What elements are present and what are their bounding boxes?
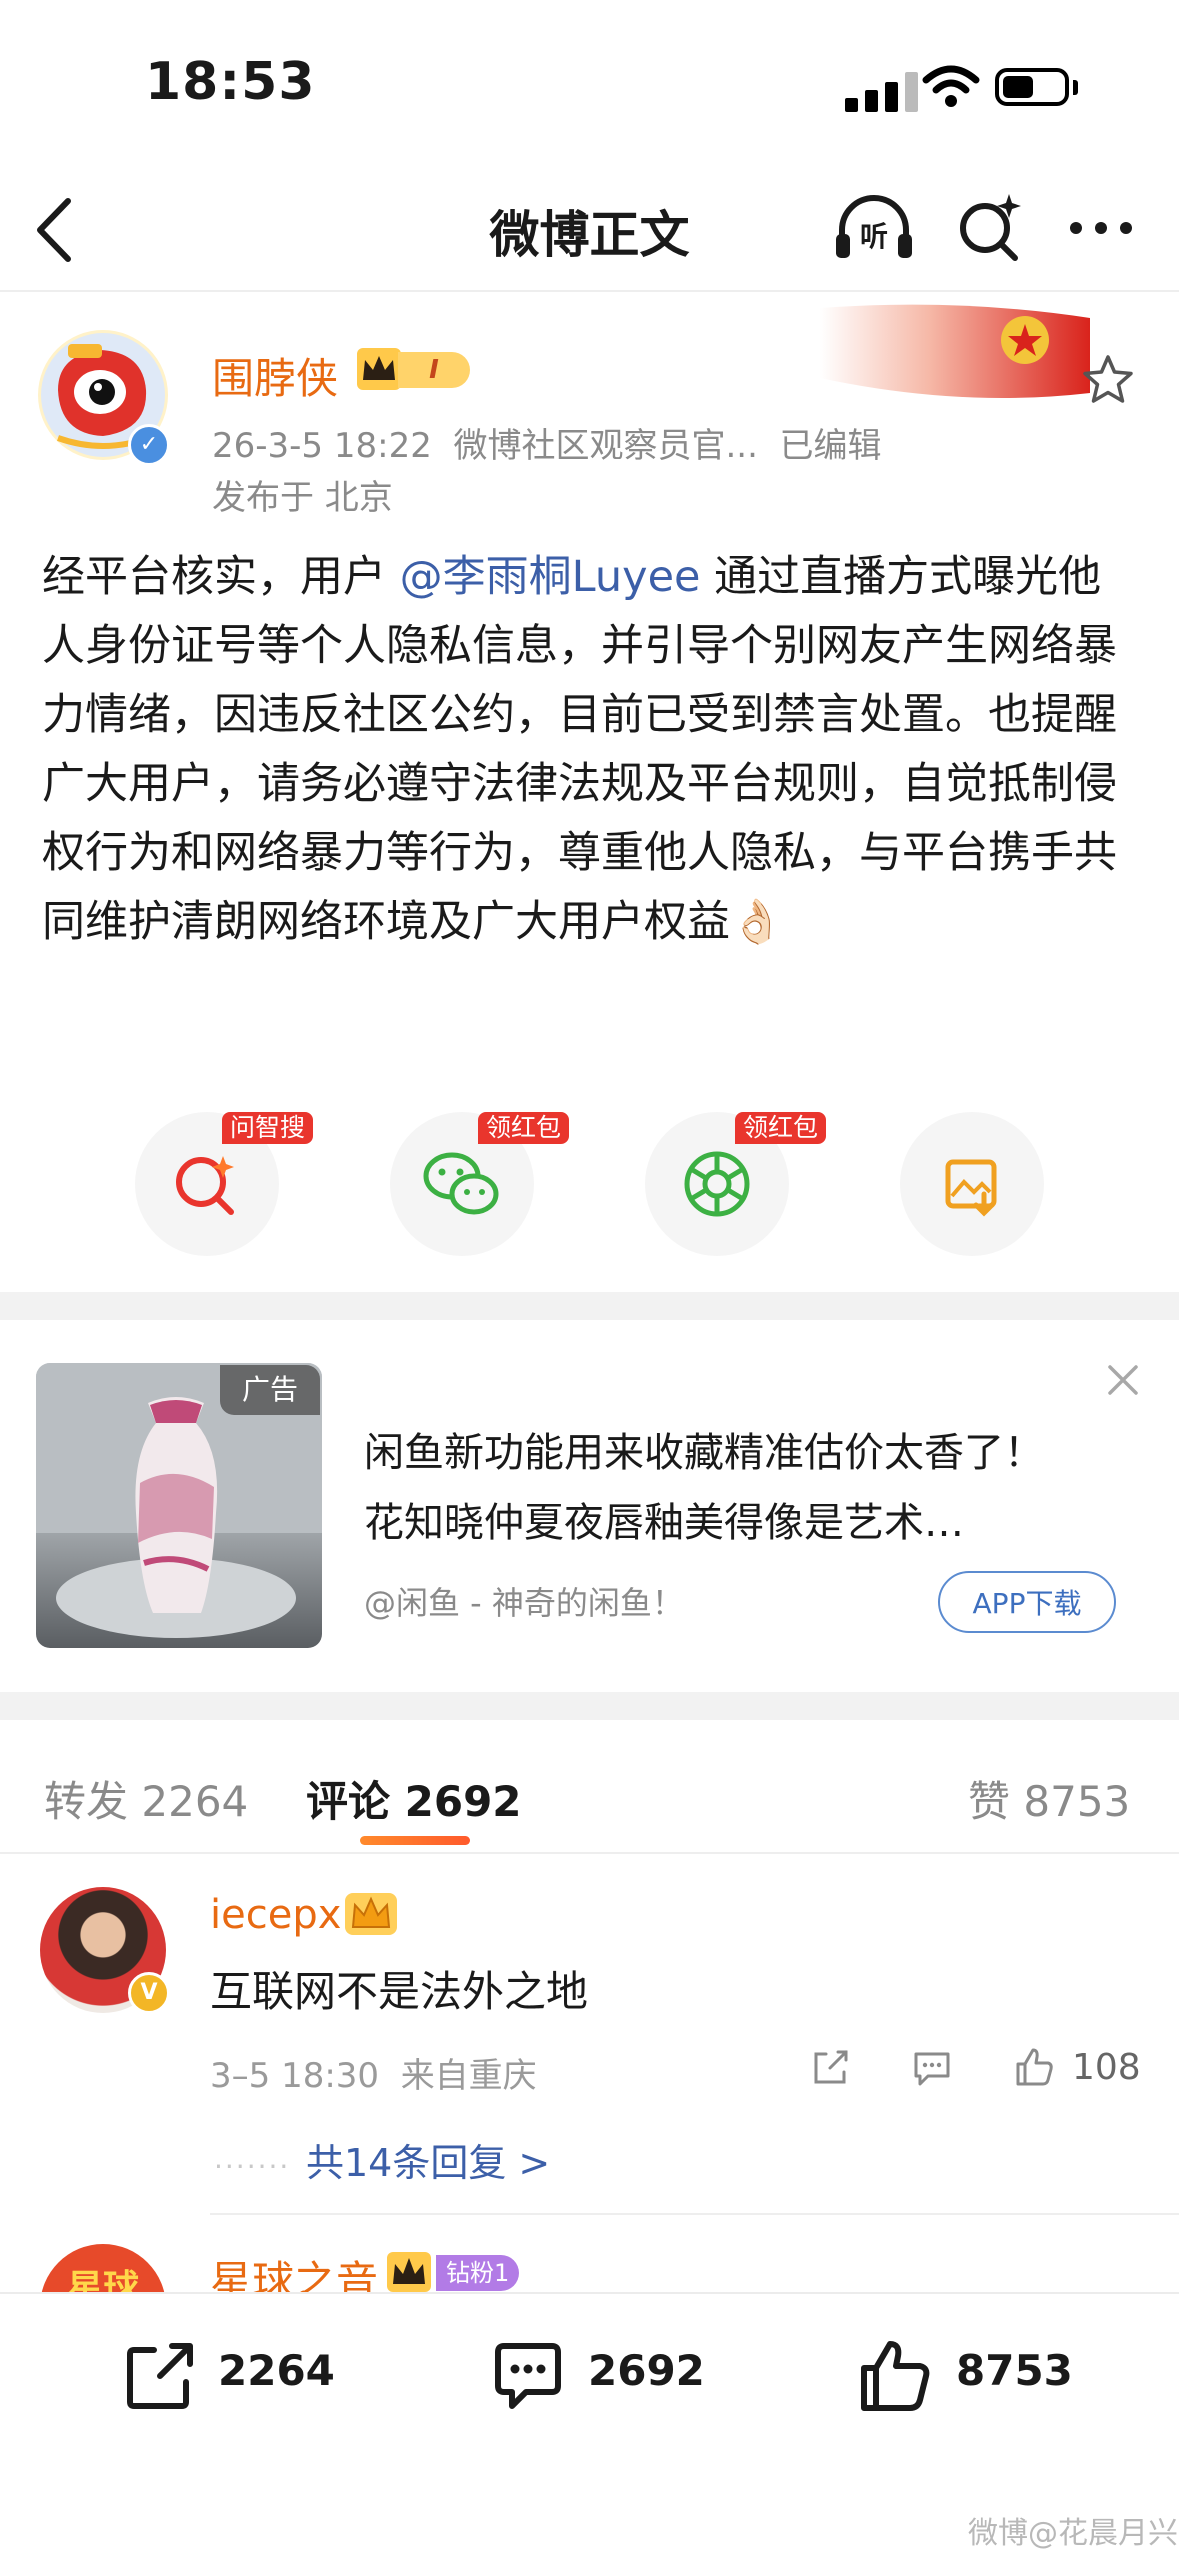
save-image-icon (945, 1159, 997, 1217)
action-save-image[interactable] (900, 1112, 1044, 1256)
comment-location: 来自重庆 (400, 2056, 537, 2096)
share-icon[interactable] (808, 2046, 852, 2090)
comment-meta: 3–5 18:30 来自重庆 (210, 2048, 537, 2097)
fan-level-badge: 钻粉1 (436, 2255, 520, 2291)
repost-icon[interactable] (122, 2338, 198, 2414)
section-divider (0, 1292, 1179, 1320)
action-tag-ai-search: 问智搜 (222, 1112, 314, 1144)
battery-icon (995, 68, 1069, 106)
tab-repost[interactable]: 转发 2264 (44, 1768, 248, 1829)
ad-label: 广告 (220, 1365, 320, 1415)
like-thumb-icon[interactable] (1012, 2044, 1056, 2088)
repost-count[interactable]: 2264 (218, 2346, 335, 2395)
decorative-banner-image (820, 304, 1090, 398)
vip-crown-icon (357, 348, 401, 390)
nav-divider (0, 290, 1179, 292)
app-download-button[interactable]: APP下载 (938, 1571, 1116, 1633)
comment-time: 3–5 18:30 (210, 2056, 380, 2096)
tab-comments[interactable]: 评论 2692 (306, 1768, 522, 1829)
action-tag-moments: 领红包 (735, 1112, 827, 1144)
replies-dots: ······· (214, 2150, 291, 2183)
action-tag-wechat: 领红包 (478, 1112, 570, 1144)
edited-label: 已编辑 (779, 426, 882, 466)
member-level-badge: I (398, 352, 470, 388)
comment-icon[interactable] (490, 2338, 566, 2414)
vip-crown-icon (387, 2252, 431, 2292)
post-meta: 26-3-5 18:22 微博社区观察员官... 已编辑 (212, 418, 882, 467)
comment-count[interactable]: 2692 (588, 2346, 705, 2395)
post-text-after: 通过直播方式曝光他人身份证号等个人隐私信息，并引导个别网友产生网络暴力情绪，因违… (42, 552, 1117, 947)
comment-text: 互联网不是法外之地 (210, 1967, 589, 2016)
post-text-before: 经平台核实，用户 (42, 552, 400, 602)
ad-subline[interactable]: 花知晓仲夏夜唇釉美得像是艺术… (364, 1490, 964, 1548)
like-icon[interactable] (858, 2338, 934, 2414)
ad-headline[interactable]: 闲鱼新功能用来收藏精准估价太香了！ (364, 1420, 1044, 1478)
watermark: 微博@花晨月兴 (968, 2516, 1178, 2551)
post-text: 经平台核实，用户 @李雨桐Luyee 通过直播方式曝光他人身份证号等个人隐私信息… (42, 543, 1142, 957)
battery-tip (1073, 80, 1078, 95)
section-divider-2 (0, 1692, 1179, 1720)
tab-comments-count: 2692 (404, 1777, 522, 1826)
tab-repost-count: 2264 (141, 1777, 249, 1826)
post-location: 发布于 北京 (212, 478, 393, 518)
close-icon[interactable] (1100, 1357, 1146, 1403)
tabs-divider (0, 1852, 1179, 1854)
ai-search-icon[interactable] (955, 190, 1025, 262)
mention-link[interactable]: @李雨桐Luyee (400, 552, 701, 602)
tab-likes-count: 8753 (1023, 1777, 1131, 1826)
active-tab-indicator (360, 1836, 470, 1845)
more-options-icon[interactable] (1068, 218, 1134, 238)
comment-username[interactable]: iecepx (210, 1892, 341, 1938)
comment-like-count: 108 (1072, 2047, 1141, 2088)
post-time: 26-3-5 18:22 (212, 426, 432, 466)
ad-source: @闲鱼 - 神奇的闲鱼！ (364, 1584, 684, 1622)
author-name[interactable]: 围脖侠 (212, 345, 338, 406)
comment-divider (210, 2213, 1179, 2215)
reply-icon[interactable] (910, 2046, 954, 2090)
favorite-star-icon[interactable] (1080, 352, 1136, 408)
verified-badge-icon: V (128, 1972, 170, 2014)
verified-badge-icon: ✓ (128, 424, 170, 466)
view-replies-link[interactable]: 共14条回复 > (306, 2132, 550, 2187)
tab-likes[interactable]: 赞 8753 (968, 1768, 1130, 1829)
like-count[interactable]: 8753 (956, 2346, 1073, 2395)
vip-crown-icon (345, 1893, 397, 1935)
wifi-icon (922, 65, 980, 107)
status-time: 18:53 (145, 52, 316, 112)
tab-comments-label: 评论 (306, 1777, 391, 1826)
cellular-signal-icon (845, 70, 923, 112)
tab-repost-label: 转发 (44, 1777, 129, 1826)
listen-headphones-icon[interactable]: 听 (832, 192, 916, 264)
tab-likes-label: 赞 (968, 1777, 1011, 1826)
svg-text:听: 听 (860, 220, 888, 253)
post-source: 微博社区观察员官... (453, 426, 758, 466)
